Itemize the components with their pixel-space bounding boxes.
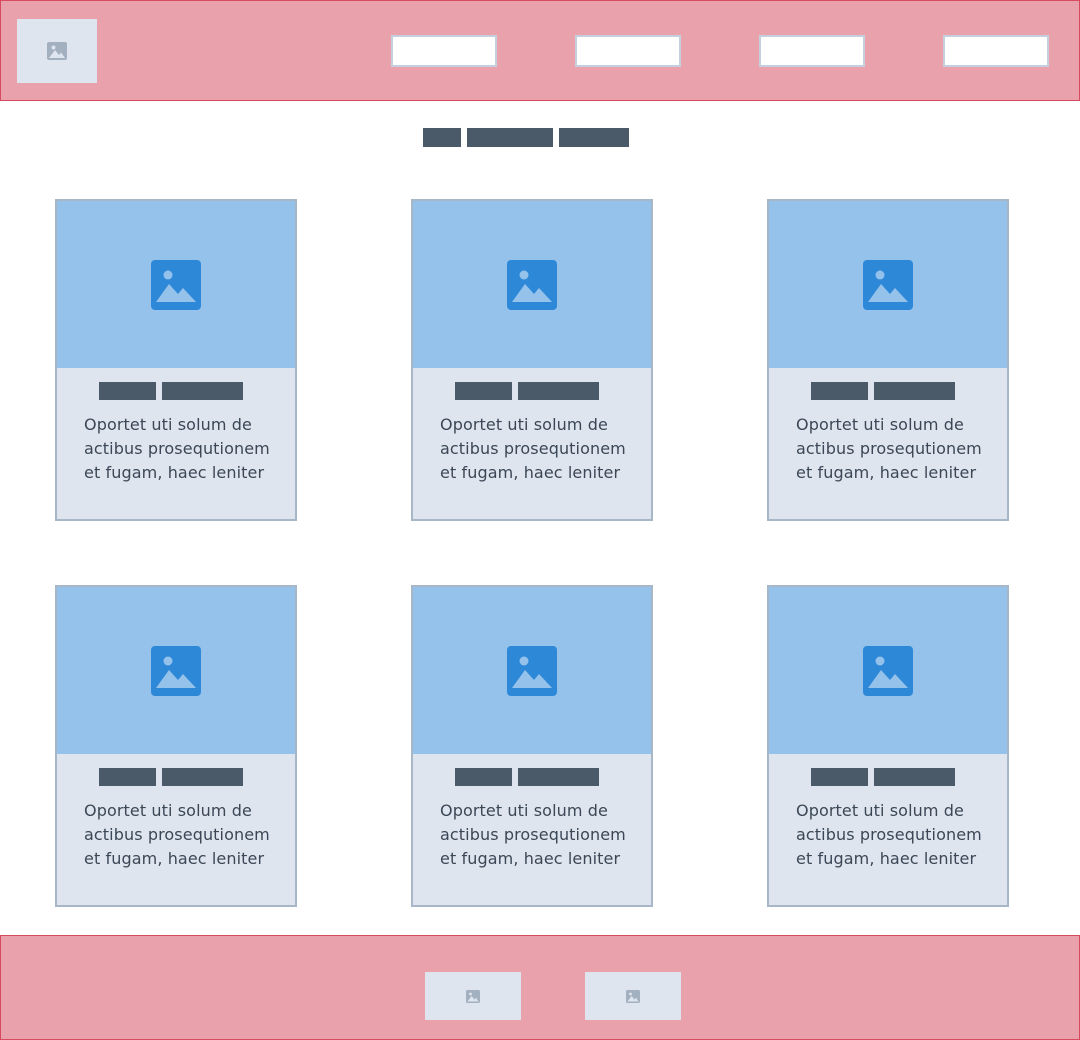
image-icon	[507, 645, 557, 696]
card-description: Oportet uti solum de actibus proseqution…	[84, 415, 270, 482]
image-icon	[626, 989, 640, 1003]
card-title-bar	[811, 382, 868, 400]
nav-button-4[interactable]	[943, 35, 1049, 67]
card-title-bar	[99, 768, 156, 786]
page-title	[0, 128, 1080, 147]
card[interactable]: Oportet uti solum de actibus proseqution…	[411, 585, 653, 907]
card-description: Oportet uti solum de actibus proseqution…	[440, 415, 626, 482]
card[interactable]: Oportet uti solum de actibus proseqution…	[767, 585, 1009, 907]
card-title-bar	[455, 382, 512, 400]
card-title-bar	[99, 382, 156, 400]
footer-image[interactable]	[585, 972, 681, 1020]
title-word-bar	[423, 128, 461, 147]
card[interactable]: Oportet uti solum de actibus proseqution…	[767, 199, 1009, 521]
image-icon	[507, 259, 557, 310]
image-icon	[47, 42, 67, 60]
image-icon	[466, 989, 480, 1003]
image-icon	[863, 259, 913, 310]
card-title-bar	[518, 768, 599, 786]
card[interactable]: Oportet uti solum de actibus proseqution…	[55, 585, 297, 907]
card[interactable]: Oportet uti solum de actibus proseqution…	[411, 199, 653, 521]
card-description: Oportet uti solum de actibus proseqution…	[796, 415, 982, 482]
footer	[0, 935, 1080, 1040]
nav-button-3[interactable]	[759, 35, 865, 67]
card-image	[413, 587, 651, 754]
card-title-bar	[162, 382, 243, 400]
card[interactable]: Oportet uti solum de actibus proseqution…	[55, 199, 297, 521]
card-image	[57, 201, 295, 368]
title-word-bar	[559, 128, 629, 147]
image-icon	[151, 259, 201, 310]
card-title-bar	[874, 382, 955, 400]
card-title-bar	[162, 768, 243, 786]
card-title-bar	[811, 768, 868, 786]
header	[0, 0, 1080, 101]
card-image	[57, 587, 295, 754]
card-image	[769, 201, 1007, 368]
card-title-bar	[518, 382, 599, 400]
card-title-bar	[455, 768, 512, 786]
footer-image[interactable]	[425, 972, 521, 1020]
logo[interactable]	[17, 19, 97, 83]
card-description: Oportet uti solum de actibus proseqution…	[796, 801, 982, 868]
card-description: Oportet uti solum de actibus proseqution…	[84, 801, 270, 868]
image-icon	[151, 645, 201, 696]
title-word-bar	[467, 128, 553, 147]
nav-button-1[interactable]	[391, 35, 497, 67]
card-image	[413, 201, 651, 368]
card-image	[769, 587, 1007, 754]
card-title-bar	[874, 768, 955, 786]
image-icon	[863, 645, 913, 696]
nav-button-2[interactable]	[575, 35, 681, 67]
card-description: Oportet uti solum de actibus proseqution…	[440, 801, 626, 868]
